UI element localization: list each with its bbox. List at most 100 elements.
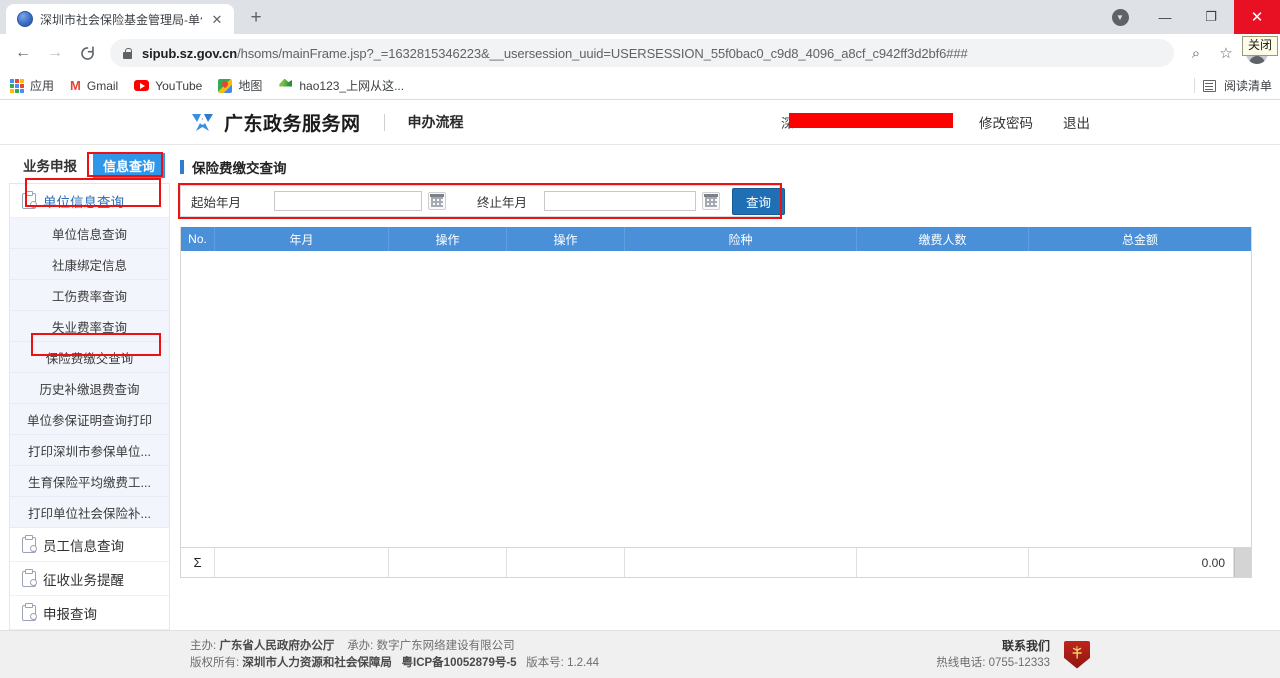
bookmarks-bar-right: 阅读清单 xyxy=(1194,77,1272,94)
end-month-label: 终止年月 xyxy=(472,192,544,211)
sidebar-tab-declare[interactable]: 业务申报 xyxy=(17,153,83,177)
brand-name: 广东政务服务网 xyxy=(224,109,361,136)
logout-link[interactable]: 退出 xyxy=(1063,112,1090,132)
sidebar-group-label: 申报查询 xyxy=(43,603,97,623)
bookmark-label: 应用 xyxy=(30,77,54,94)
user-name-redacted: 深 xyxy=(781,113,949,132)
new-tab-button[interactable]: + xyxy=(242,4,270,32)
table-header-row: No. 年月 操作 操作 险种 缴费人数 总金额 xyxy=(181,227,1251,251)
column-header-payer-count: 缴费人数 xyxy=(857,227,1029,251)
footer-copyright-value: 深圳市人力资源和社会保障局 xyxy=(242,657,392,669)
table-body-empty xyxy=(181,251,1251,547)
footer-contact: 联系我们 热线电话: 0755-12333 xyxy=(936,638,1050,672)
footer-icp: 粤ICP备10052879号-5 xyxy=(402,657,517,669)
sidebar-item-maternity-avg-wage[interactable]: 生育保险平均缴费工... xyxy=(10,466,169,497)
url-path: /hsoms/mainFrame.jsp?_=1632815346223&__u… xyxy=(237,46,968,61)
footer-line-2: 版权所有: 深圳市人力资源和社会保障局 粤ICP备10052879号-5 版本号… xyxy=(190,655,599,672)
close-tooltip: 关闭 xyxy=(1242,36,1278,56)
window-close-button[interactable]: ✕ xyxy=(1234,0,1280,34)
browser-tabstrip: 深圳市社会保险基金管理局-单位 ✕ + ▼ — ❐ ✕ xyxy=(0,0,1280,34)
column-header-no: No. xyxy=(181,227,215,251)
hotline-phone: 热线电话: 0755-12333 xyxy=(936,655,1050,672)
table-footer-row: Σ 0.00 xyxy=(181,547,1251,577)
sidebar-item-injury-rate[interactable]: 工伤费率查询 xyxy=(10,280,169,311)
redaction-bar xyxy=(789,113,953,128)
main-content: 保险费缴交查询 起始年月 终止年月 查询 xyxy=(170,145,1280,578)
footer-version-value: 1.2.44 xyxy=(567,657,599,669)
contact-us-label: 联系我们 xyxy=(936,638,1050,655)
bookmark-label: 地图 xyxy=(238,77,262,94)
clipboard-alert-icon xyxy=(22,571,36,587)
browser-update-icon[interactable]: ▼ xyxy=(1098,0,1142,34)
bookmark-label: Gmail xyxy=(87,79,118,93)
sidebar-item-shekang-binding[interactable]: 社康绑定信息 xyxy=(10,249,169,280)
clipboard-gear-icon xyxy=(22,193,36,209)
footer-operator-label: 承办: xyxy=(347,640,373,652)
zoom-icon[interactable]: ⌕ xyxy=(1182,39,1210,67)
sidebar-item-unemployment-rate[interactable]: 失业费率查询 xyxy=(10,311,169,342)
sidebar-item-history-refund-query[interactable]: 历史补缴退费查询 xyxy=(10,373,169,404)
tab-title: 深圳市社会保险基金管理局-单位 xyxy=(40,11,202,28)
close-tab-icon[interactable]: ✕ xyxy=(209,11,225,27)
column-header-insurance-type: 险种 xyxy=(625,227,857,251)
window-controls: ▼ — ❐ ✕ xyxy=(1098,0,1280,34)
footer-total-amount: 0.00 xyxy=(1029,548,1234,577)
column-header-total-amount: 总金额 xyxy=(1029,227,1251,251)
maximize-button[interactable]: ❐ xyxy=(1188,0,1234,34)
browser-toolbar: ← → sipub.sz.gov.cn/hsoms/mainFrame.jsp?… xyxy=(0,34,1280,72)
start-month-label: 起始年月 xyxy=(186,192,274,211)
bookmark-hao123[interactable]: hao123_上网从这... xyxy=(278,77,404,94)
sidebar-item-print-shenzhen-unit[interactable]: 打印深圳市参保单位... xyxy=(10,435,169,466)
reload-button[interactable] xyxy=(72,38,102,68)
footer-version-label: 版本号: xyxy=(526,657,564,669)
footer-year-month xyxy=(215,548,389,577)
reload-icon xyxy=(79,45,96,62)
bookmark-youtube[interactable]: YouTube xyxy=(134,79,202,93)
bookmark-maps[interactable]: 地图 xyxy=(218,77,262,94)
sidebar-tab-query[interactable]: 信息查询 xyxy=(93,153,165,178)
sidebar-item-unit-info-query[interactable]: 单位信息查询 xyxy=(10,218,169,249)
sidebar-group-employee-info[interactable]: 员工信息查询 xyxy=(10,528,169,562)
site-brand[interactable]: 广东政务服务网 申办流程 xyxy=(190,109,464,136)
browser-tab[interactable]: 深圳市社会保险基金管理局-单位 ✕ xyxy=(6,4,234,34)
page-viewport: 广东政务服务网 申办流程 深 修改密码 退出 业务申报 信息查询 xyxy=(0,100,1280,678)
results-table: No. 年月 操作 操作 险种 缴费人数 总金额 Σ xyxy=(180,227,1252,578)
lock-icon xyxy=(122,47,133,60)
minimize-button[interactable]: — xyxy=(1142,0,1188,34)
end-calendar-icon[interactable] xyxy=(702,192,720,210)
footer-host-label: 主办: xyxy=(190,640,216,652)
forward-button[interactable]: → xyxy=(40,38,70,68)
sidebar-group-collection-reminder[interactable]: 征收业务提醒 xyxy=(10,562,169,596)
guangdong-logo-icon xyxy=(190,111,215,134)
start-month-input[interactable] xyxy=(274,191,422,211)
end-month-input[interactable] xyxy=(544,191,696,211)
footer-sigma: Σ xyxy=(181,548,215,577)
sidebar-group-declaration-query[interactable]: 申报查询 xyxy=(10,596,169,630)
bookmark-star-icon[interactable]: ☆ xyxy=(1212,39,1240,67)
sidebar-tabs: 业务申报 信息查询 xyxy=(9,153,170,177)
query-button[interactable]: 查询 xyxy=(732,188,785,215)
address-bar[interactable]: sipub.sz.gov.cn/hsoms/mainFrame.jsp?_=16… xyxy=(110,39,1174,67)
back-button[interactable]: ← xyxy=(8,38,38,68)
sidebar-item-print-unit-social-supplement[interactable]: 打印单位社会保险补... xyxy=(10,497,169,528)
tab-favicon-icon xyxy=(17,11,33,27)
url-host: sipub.sz.gov.cn xyxy=(142,46,237,61)
reading-list-label[interactable]: 阅读清单 xyxy=(1224,77,1272,94)
site-footer: 主办: 广东省人民政府办公厅 承办: 数字广东网络建设有限公司 版权所有: 深圳… xyxy=(0,630,1280,678)
apps-grid-icon xyxy=(10,79,24,93)
panel-accent-bar xyxy=(180,160,184,174)
sidebar-item-unit-certificate-print[interactable]: 单位参保证明查询打印 xyxy=(10,404,169,435)
start-calendar-icon[interactable] xyxy=(428,192,446,210)
column-header-year-month: 年月 xyxy=(215,227,389,251)
maps-icon xyxy=(218,79,232,93)
reading-list-icon[interactable] xyxy=(1203,80,1216,92)
bookmark-gmail[interactable]: M Gmail xyxy=(70,79,118,93)
browser-window: 深圳市社会保险基金管理局-单位 ✕ + ▼ — ❐ ✕ ← → sipub.sz… xyxy=(0,0,1280,678)
bookmark-apps[interactable]: 应用 xyxy=(10,77,54,94)
change-password-link[interactable]: 修改密码 xyxy=(979,112,1033,132)
footer-right: 联系我们 热线电话: 0755-12333 xyxy=(936,638,1280,672)
sidebar-group-unit-info[interactable]: 单位信息查询 xyxy=(10,184,169,218)
sidebar-item-premium-payment-query[interactable]: 保险费缴交查询 xyxy=(10,342,169,373)
table-scrollbar[interactable] xyxy=(1234,548,1251,577)
footer-copyright-label: 版权所有: xyxy=(190,657,239,669)
